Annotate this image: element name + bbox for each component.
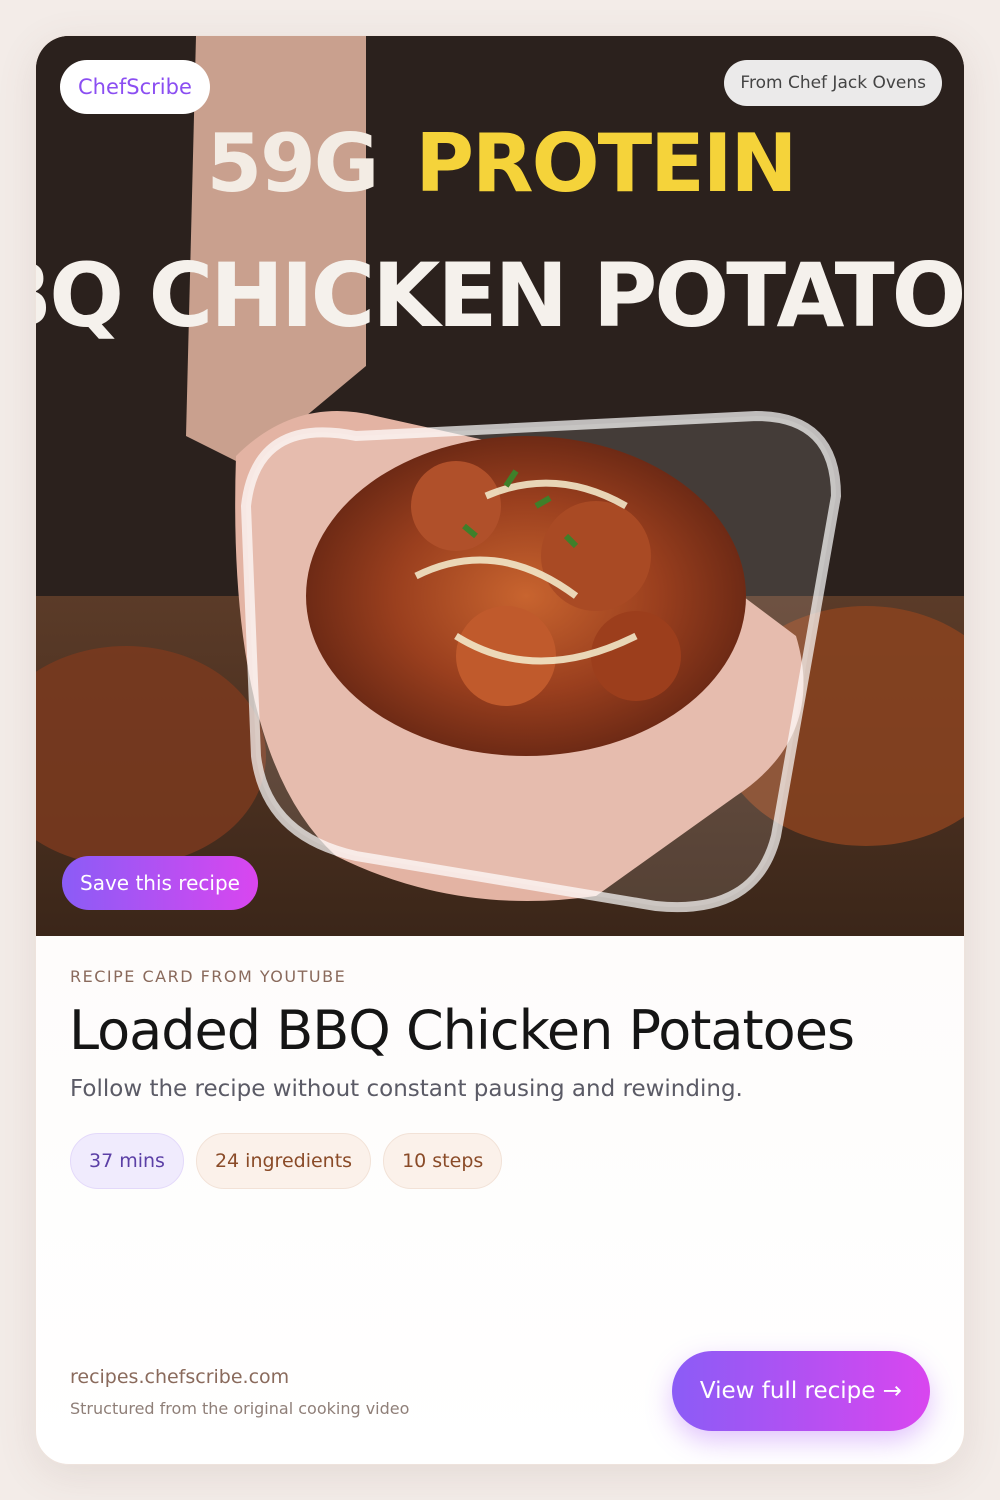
svg-text:59G PROTEIN: 59G PROTEIN [206,117,795,210]
recipe-hero-image: 59G PROTEIN BBQ CHICKEN POTATOES ChefScr… [36,36,965,936]
view-full-recipe-label: View full recipe → [699,1378,902,1404]
time-chip: 37 mins [70,1133,184,1189]
ingredients-chip: 24 ingredients [195,1133,372,1189]
recipe-subtitle: Follow the recipe without constant pausi… [70,1076,743,1102]
save-recipe-button[interactable]: Save this recipe [62,856,258,910]
source-eyebrow: RECIPE CARD FROM YOUTUBE [70,967,347,986]
view-full-recipe-button[interactable]: View full recipe → [671,1351,930,1431]
overlay-text-protein-amount: 59G [206,117,377,210]
ingredients-chip-label: 24 ingredients [214,1150,353,1172]
chef-label: From Chef Jack Ovens [740,73,926,93]
recipe-title: Loaded BBQ Chicken Potatoes [69,999,855,1062]
brand-badge[interactable]: ChefScribe [60,60,210,114]
steps-chip: 10 steps [383,1133,503,1189]
hero-photo: 59G PROTEIN BBQ CHICKEN POTATOES [36,36,965,936]
brand-label: ChefScribe [78,75,192,99]
recipe-card: 59G PROTEIN BBQ CHICKEN POTATOES ChefScr… [35,35,965,1465]
recipe-stats: 37 mins 24 ingredients 10 steps [70,1133,503,1189]
time-chip-label: 37 mins [89,1150,165,1172]
overlay-text-dish: BBQ CHICKEN POTATOES [36,244,965,347]
overlay-text-protein-word: PROTEIN [415,117,795,210]
save-recipe-label: Save this recipe [80,871,240,895]
chef-attribution-badge: From Chef Jack Ovens [724,60,942,106]
steps-chip-label: 10 steps [402,1150,484,1172]
site-domain-link[interactable]: recipes.chefscribe.com [70,1366,289,1388]
source-note: Structured from the original cooking vid… [70,1399,410,1418]
